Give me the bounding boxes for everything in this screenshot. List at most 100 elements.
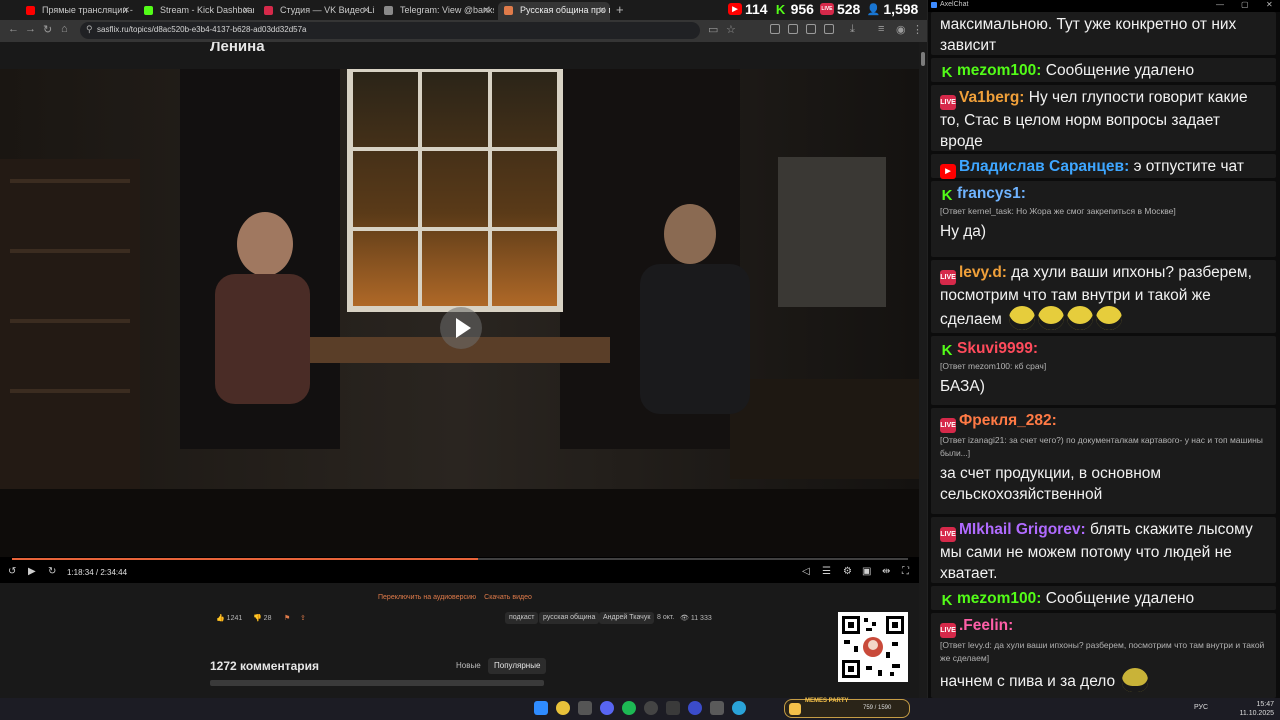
play-overlay-button[interactable] xyxy=(440,307,482,349)
settings-gear-icon[interactable]: ⚙ xyxy=(843,566,852,577)
volume-icon[interactable]: ◁ xyxy=(802,566,810,577)
dislike-count: 28 xyxy=(263,615,272,622)
close-icon[interactable]: ✕ xyxy=(598,2,606,18)
chat-username[interactable]: MIkhail Grigorev: xyxy=(959,521,1086,538)
new-tab-button[interactable]: + xyxy=(616,2,624,17)
chat-username[interactable]: francys1: xyxy=(957,185,1026,202)
chat-username[interactable]: levy.d: xyxy=(959,264,1007,281)
reload-icon[interactable]: ↻ xyxy=(43,23,52,36)
desktop: Прямые трансляции - YouTube ✕ Stream - K… xyxy=(0,0,1280,720)
spotify-icon[interactable] xyxy=(622,701,636,715)
tag-chip[interactable]: русская община xyxy=(539,612,600,624)
close-icon[interactable]: ✕ xyxy=(122,2,130,18)
miniplayer-icon[interactable]: ▣ xyxy=(862,566,871,577)
youtube-icon: ▶ xyxy=(728,3,742,15)
chrome-icon[interactable] xyxy=(556,701,570,715)
message-text: начнем с пива и за дело xyxy=(940,673,1116,690)
language-indicator[interactable]: РУС xyxy=(1194,704,1208,711)
app-icon[interactable] xyxy=(666,701,680,715)
chat-message: ▶ Владислав Саранцев: э отпустите чат xyxy=(931,154,1276,179)
bookmark-star-icon[interactable]: ☆ xyxy=(726,23,736,36)
extension-icon[interactable] xyxy=(806,24,816,34)
bookmark-icon[interactable]: ⚑ xyxy=(284,614,290,622)
play-icon[interactable]: ▶ xyxy=(28,566,36,577)
share-icon[interactable]: ⇪ xyxy=(300,614,306,622)
like-button[interactable]: 👍 1241 xyxy=(216,614,242,622)
minimize-icon[interactable]: — xyxy=(1216,0,1224,9)
tab-title: Stream - Kick Dashboard xyxy=(160,5,254,15)
emote-icon xyxy=(1096,306,1123,330)
clock[interactable]: 15:47 11.10.2025 xyxy=(1239,700,1274,718)
emote-icon xyxy=(1009,306,1036,330)
extensions-puzzle-icon[interactable] xyxy=(824,24,834,34)
tab-telegram[interactable]: Telegram: View @banksta ✕ xyxy=(378,2,494,20)
extension-icon[interactable] xyxy=(770,24,780,34)
chat-username[interactable]: Skuvi9999: xyxy=(957,340,1038,357)
profile-icon[interactable]: ◉ xyxy=(896,23,906,36)
home-icon[interactable]: ⌂ xyxy=(61,23,68,35)
chat-username[interactable]: mezom100: xyxy=(957,62,1041,79)
chat-username[interactable]: mezom100: xyxy=(957,590,1041,607)
menu-icon[interactable]: ⋮ xyxy=(912,23,923,36)
vk-live-icon: LIVE xyxy=(940,527,956,542)
app-icon[interactable] xyxy=(578,701,592,715)
comment-input[interactable] xyxy=(210,680,544,686)
install-icon[interactable]: ▭ xyxy=(708,23,718,36)
memes-party-widget[interactable]: MEMES PARTY 759 / 1590 xyxy=(784,698,910,718)
seek-bar[interactable] xyxy=(12,558,908,560)
app-icon[interactable] xyxy=(688,701,702,715)
audio-version-link[interactable]: Переключить на аудиоверсию xyxy=(378,594,476,601)
chat-username[interactable]: Фрекля_282: xyxy=(959,412,1057,429)
count-value: 114 xyxy=(745,1,768,17)
download-icon[interactable]: ⤓ xyxy=(850,23,855,36)
extension-icon[interactable] xyxy=(788,24,798,34)
close-icon[interactable]: ✕ xyxy=(482,2,490,18)
tab-kick[interactable]: Stream - Kick Dashboard ✕ xyxy=(138,2,254,20)
rewind-icon[interactable]: ↺ xyxy=(8,566,16,577)
close-icon[interactable]: ✕ xyxy=(242,2,250,18)
chat-username[interactable]: Va1berg: xyxy=(959,89,1024,106)
site-info-icon[interactable]: ⚲ xyxy=(86,24,93,35)
tag-chip[interactable]: подкаст xyxy=(505,612,539,624)
start-icon[interactable] xyxy=(534,701,548,715)
video-frame[interactable] xyxy=(0,69,919,557)
dislike-button[interactable]: 👎 28 xyxy=(253,614,271,622)
telegram-icon[interactable] xyxy=(732,701,746,715)
media-icon[interactable]: ≡ xyxy=(878,23,884,35)
page-scrollbar[interactable] xyxy=(919,42,927,698)
forward-skip-icon[interactable]: ↻ xyxy=(48,566,56,577)
vk-live-icon: LIVE xyxy=(940,95,956,110)
reply-quote: [Ответ mezom100: кб срач] xyxy=(940,361,1047,371)
address-bar[interactable]: ⚲ sasflix.ru/topics/d8ac520b-e3b4-4137-b… xyxy=(80,22,700,39)
tag-chip[interactable]: Андрей Ткачук xyxy=(599,612,655,624)
video-player[interactable]: ↺ ▶ ↻ 1:18:34 / 2:34:44 ◁ ☰ ⚙ ▣ ⇹ ⛶ xyxy=(0,69,919,583)
sort-popular-tab[interactable]: Популярные xyxy=(488,658,547,674)
tab-video-page[interactable]: Русская община про мигрант ✕ xyxy=(498,2,610,20)
forward-icon[interactable]: → xyxy=(25,23,36,35)
obs-icon[interactable] xyxy=(644,701,658,715)
back-icon[interactable]: ← xyxy=(8,23,19,35)
sort-new-tab[interactable]: Новые xyxy=(450,658,487,674)
close-icon[interactable]: ✕ xyxy=(362,2,370,18)
clock-time: 15:47 xyxy=(1256,701,1274,708)
discord-icon[interactable] xyxy=(600,701,614,715)
chat-message: Kmezom100: Сообщение удалено xyxy=(931,58,1276,82)
fullscreen-icon[interactable]: ⛶ xyxy=(902,566,909,577)
scrollbar-thumb[interactable] xyxy=(921,52,925,66)
user-icon: 👤 xyxy=(866,3,881,16)
youtube-icon xyxy=(26,6,35,15)
download-video-link[interactable]: Скачать видео xyxy=(484,594,532,601)
message-text: максимальною. Тут уже конкретно от них з… xyxy=(940,16,1237,54)
tab-vk-studio[interactable]: Студия — VK Видео Live ✕ xyxy=(258,2,374,20)
chat-username[interactable]: .Feelin: xyxy=(959,617,1013,634)
app-icon[interactable] xyxy=(710,701,724,715)
maximize-icon[interactable]: ▢ xyxy=(1241,0,1249,9)
theater-icon[interactable]: ⇹ xyxy=(882,566,890,577)
kick-icon: K xyxy=(941,64,953,81)
chat-username[interactable]: Владислав Саранцев: xyxy=(959,158,1129,175)
close-icon[interactable]: ✕ xyxy=(1266,0,1273,9)
player-controls: ↺ ▶ ↻ 1:18:34 / 2:34:44 ◁ ☰ ⚙ ▣ ⇹ ⛶ xyxy=(0,566,919,582)
chapters-icon[interactable]: ☰ xyxy=(822,566,831,577)
tab-youtube[interactable]: Прямые трансляции - YouTube ✕ xyxy=(20,2,134,20)
chat-titlebar: AxelChat — ▢ ✕ xyxy=(928,0,1280,12)
